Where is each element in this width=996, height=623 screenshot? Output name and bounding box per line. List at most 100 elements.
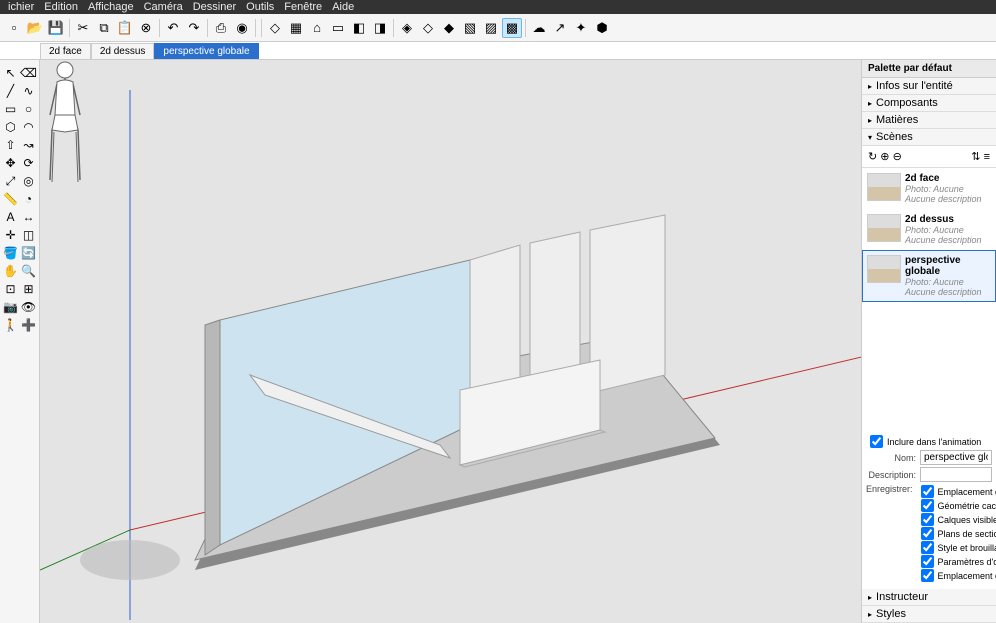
save-check[interactable] (921, 485, 934, 498)
save-check[interactable] (921, 541, 934, 554)
scene-save-label: Enregistrer: (866, 484, 913, 494)
new-icon[interactable]: ▫ (4, 18, 24, 38)
dimension-tool[interactable]: ↔ (20, 208, 38, 226)
axes-tool[interactable]: ✛ (2, 226, 20, 244)
walk-tool[interactable]: 🚶 (2, 316, 20, 334)
zoomwindow-tool[interactable]: ⊡ (2, 280, 20, 298)
position-tool[interactable]: 📷 (2, 298, 20, 316)
copy-icon[interactable]: ⧉ (94, 18, 114, 38)
scene-name-input[interactable] (920, 450, 992, 465)
paste-icon[interactable]: 📋 (115, 18, 135, 38)
panel-instructor[interactable]: Instructeur (862, 589, 996, 606)
offset-tool[interactable]: ◎ (20, 172, 38, 190)
scene-list-item[interactable]: 2d dessus Photo: Aucune Aucune descripti… (862, 209, 996, 250)
addscene-tool[interactable]: ➕ (20, 316, 38, 334)
menu-bar[interactable]: ichier Edition Affichage Caméra Dessiner Outi… (0, 0, 996, 14)
warehouse-icon[interactable]: ☁ (529, 18, 549, 38)
open-icon[interactable]: 📂 (25, 18, 45, 38)
redo-icon[interactable]: ↷ (184, 18, 204, 38)
panel-components[interactable]: Composants (862, 95, 996, 112)
eraser-tool[interactable]: ⌫ (20, 64, 38, 82)
shaded-tex-icon[interactable]: ▨ (481, 18, 501, 38)
scene-desc-input[interactable] (920, 467, 992, 482)
cut-icon[interactable]: ✂ (73, 18, 93, 38)
back-icon[interactable]: ▭ (328, 18, 348, 38)
iso-icon[interactable]: ◇ (265, 18, 285, 38)
main-toolbar: ▫📂💾✂⧉📋⊗↶↷⎙◉◇▦⌂▭◧◨◈◇◆▧▨▩☁↗✦⬢ (0, 14, 996, 42)
menu-fenêtre[interactable]: Fenêtre (284, 1, 322, 13)
panel-scenes[interactable]: Scènes (862, 129, 996, 146)
menu-caméra[interactable]: Caméra (144, 1, 183, 13)
zoom-tool[interactable]: 🔍 (20, 262, 38, 280)
hidden-icon[interactable]: ◆ (439, 18, 459, 38)
scene-tab[interactable]: 2d face (40, 43, 91, 59)
save-check[interactable] (921, 569, 934, 582)
scene-list-item[interactable]: perspective globale Photo: Aucune Aucune… (862, 250, 996, 302)
polygon-tool[interactable]: ⬡ (2, 118, 20, 136)
menu-affichage[interactable]: Affichage (88, 1, 134, 13)
xray-icon[interactable]: ◈ (397, 18, 417, 38)
menu-dessiner[interactable]: Dessiner (193, 1, 236, 13)
shaded-icon[interactable]: ▧ (460, 18, 480, 38)
scene-up-icon[interactable]: ⇅ (971, 151, 980, 163)
section-tool[interactable]: ◫ (20, 226, 38, 244)
panel-styles[interactable]: Styles (862, 606, 996, 623)
scene-menu-icon[interactable]: ≡ (984, 151, 990, 163)
extension-icon[interactable]: ✦ (571, 18, 591, 38)
scale-tool[interactable]: ⤢ (2, 172, 20, 190)
wire-icon[interactable]: ◇ (418, 18, 438, 38)
followme-tool[interactable]: ↝ (20, 136, 38, 154)
scene-item-name: 2d dessus (905, 214, 982, 225)
wall-left-side (205, 320, 220, 555)
pushpull-tool[interactable]: ⇧ (2, 136, 20, 154)
line-tool[interactable]: ╱ (2, 82, 20, 100)
save-check[interactable] (921, 555, 934, 568)
viewport-3d[interactable] (40, 60, 861, 623)
menu-edition[interactable]: Edition (44, 1, 78, 13)
tape-tool[interactable]: 📏 (2, 190, 20, 208)
model-icon[interactable]: ◉ (232, 18, 252, 38)
save-check[interactable] (921, 499, 934, 512)
menu-ichier[interactable]: ichier (8, 1, 34, 13)
add-scene-icon[interactable]: ⊕ (880, 151, 889, 163)
freehand-tool[interactable]: ∿ (20, 82, 38, 100)
component-icon[interactable]: ⬢ (592, 18, 612, 38)
mono-icon[interactable]: ▩ (502, 18, 522, 38)
panel-materials[interactable]: Matières (862, 112, 996, 129)
paint-tool[interactable]: 🪣 (2, 244, 20, 262)
save-check[interactable] (921, 513, 934, 526)
save-icon[interactable]: 💾 (46, 18, 66, 38)
top-icon[interactable]: ▦ (286, 18, 306, 38)
panel-entity-info[interactable]: Infos sur l'entité (862, 78, 996, 95)
scene-tab[interactable]: 2d dessus (91, 43, 155, 59)
right-icon[interactable]: ◨ (370, 18, 390, 38)
left-icon[interactable]: ◧ (349, 18, 369, 38)
menu-aide[interactable]: Aide (332, 1, 354, 13)
print-icon[interactable]: ⎙ (211, 18, 231, 38)
share-icon[interactable]: ↗ (550, 18, 570, 38)
zoomextents-tool[interactable]: ⊞ (20, 280, 38, 298)
pan-tool[interactable]: ✋ (2, 262, 20, 280)
rotate-tool[interactable]: ⟳ (20, 154, 38, 172)
include-animation-checkbox[interactable] (870, 435, 883, 448)
delete-icon[interactable]: ⊗ (136, 18, 156, 38)
scene-thumbnail (867, 255, 901, 283)
text-tool[interactable]: A (2, 208, 20, 226)
undo-icon[interactable]: ↶ (163, 18, 183, 38)
lookaround-tool[interactable]: 👁 (20, 298, 38, 316)
protractor-tool[interactable]: ◔ (20, 190, 38, 208)
move-tool[interactable]: ✥ (2, 154, 20, 172)
front-icon[interactable]: ⌂ (307, 18, 327, 38)
circle-tool[interactable]: ○ (20, 100, 38, 118)
rectangle-tool[interactable]: ▭ (2, 100, 20, 118)
save-check[interactable] (921, 527, 934, 540)
refresh-scenes-icon[interactable]: ↻ (868, 151, 877, 163)
arc-tool[interactable]: ◠ (20, 118, 38, 136)
menu-outils[interactable]: Outils (246, 1, 274, 13)
remove-scene-icon[interactable]: ⊖ (893, 151, 902, 163)
scene-list-item[interactable]: 2d face Photo: Aucune Aucune description (862, 168, 996, 209)
orbit-tool[interactable]: 🔄 (20, 244, 38, 262)
scene-tab[interactable]: perspective globale (154, 43, 258, 59)
scene-thumbnail (867, 214, 901, 242)
select-tool[interactable]: ↖ (2, 64, 20, 82)
